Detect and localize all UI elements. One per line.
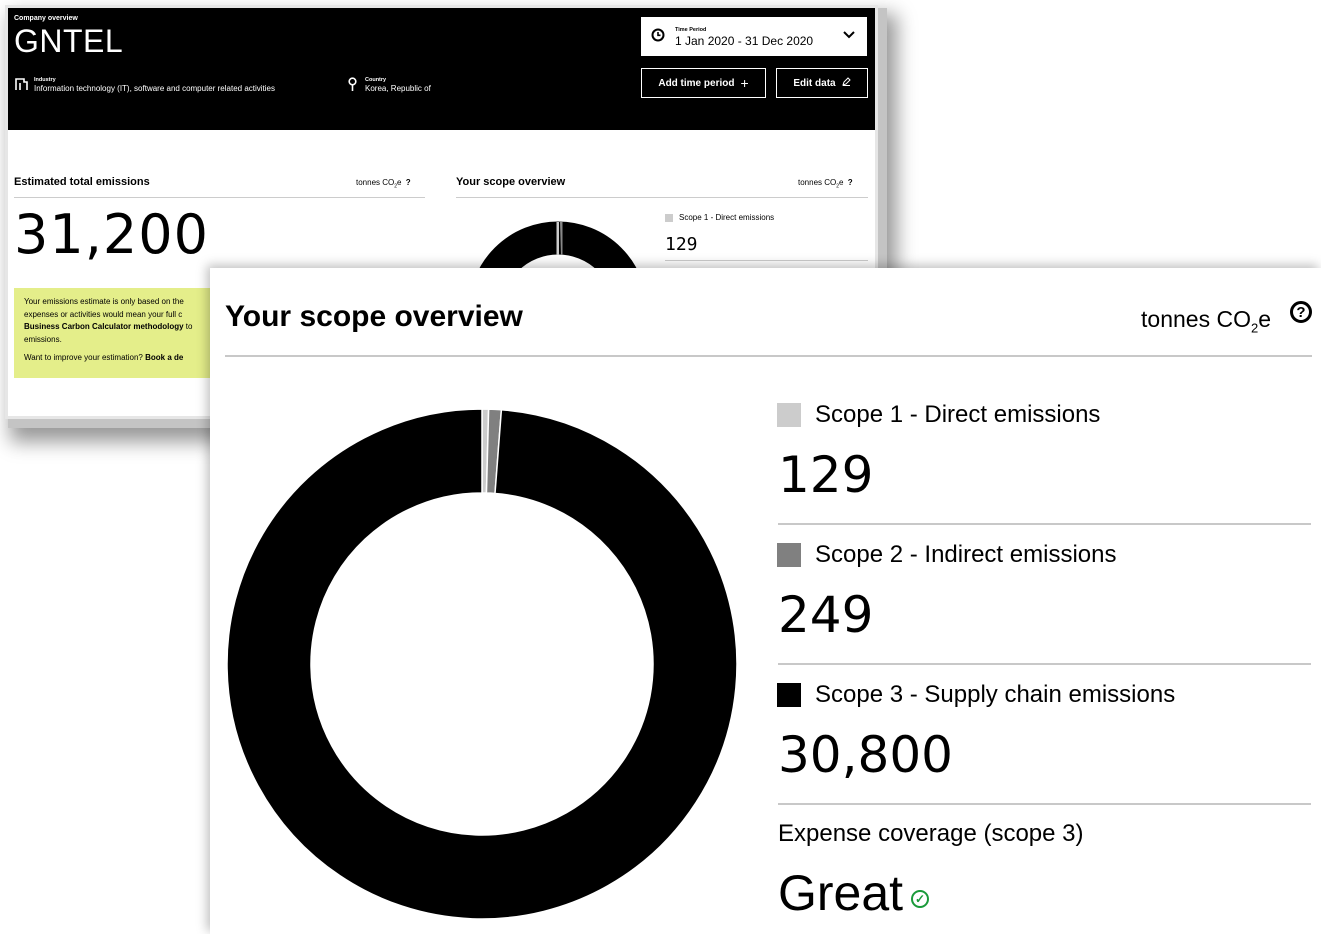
question-circle-icon[interactable]: ? xyxy=(1290,301,1312,323)
scope-overview-title: Your scope overview xyxy=(225,300,523,333)
location-pin-icon xyxy=(345,77,359,91)
scope1-legend: Scope 1 - Direct emissions xyxy=(777,401,1100,429)
country-value: Korea, Republic of xyxy=(365,84,431,93)
eyebrow-label: Company overview xyxy=(14,15,78,22)
legend-swatch xyxy=(777,543,801,567)
legend-swatch xyxy=(665,213,673,222)
country-info: Country Korea, Republic of xyxy=(345,77,431,93)
scope2-label: Scope 2 - Indirect emissions xyxy=(815,541,1117,568)
divider xyxy=(14,197,425,198)
total-emissions-title: Estimated total emissions xyxy=(14,176,150,188)
scope1-value-small: 129 xyxy=(665,234,698,255)
expense-coverage-label: Expense coverage (scope 3) xyxy=(778,820,1084,847)
total-emissions-value: 31,200 xyxy=(14,203,209,266)
divider xyxy=(665,260,868,261)
scope-donut-chart xyxy=(226,408,738,920)
notice-improve: Want to improve your estimation? Book a … xyxy=(24,353,184,362)
legend-swatch xyxy=(777,683,801,707)
scope-overview-unit: tonnes CO2e xyxy=(1141,306,1271,336)
total-emissions-unit: tonnes CO2e ? xyxy=(356,178,411,190)
divider xyxy=(778,663,1311,665)
industry-value: Information technology (IT), software an… xyxy=(34,84,275,93)
divider xyxy=(778,803,1311,805)
expense-coverage-value: Great ✓ xyxy=(778,864,930,922)
donut-slice-scope3 xyxy=(226,408,738,920)
scope-overview-title-small: Your scope overview xyxy=(456,176,566,188)
scope1-legend-small: Scope 1 - Direct emissions xyxy=(665,213,774,222)
legend-swatch xyxy=(777,403,801,427)
scope1-value: 129 xyxy=(778,446,874,504)
scope3-value: 30,800 xyxy=(778,726,953,784)
scope2-value: 249 xyxy=(778,586,874,644)
industry-info: Industry Information technology (IT), so… xyxy=(14,77,275,93)
clock-icon xyxy=(651,26,665,47)
scope2-legend: Scope 2 - Indirect emissions xyxy=(777,541,1116,569)
company-name: GNTEL xyxy=(14,23,124,59)
scope3-label: Scope 3 - Supply chain emissions xyxy=(815,681,1176,708)
chevron-down-icon xyxy=(843,28,855,42)
edit-data-label: Edit data xyxy=(793,77,836,89)
book-demo-link[interactable]: Book a de xyxy=(145,353,183,362)
scope3-legend: Scope 3 - Supply chain emissions xyxy=(777,681,1175,709)
scope1-label: Scope 1 - Direct emissions xyxy=(815,401,1101,428)
scope-overview-card: Your scope overview tonnes CO2e ? Expens… xyxy=(210,268,1321,934)
edit-data-button[interactable]: Edit data xyxy=(776,68,868,98)
notice-text: Your emissions estimate is only based on… xyxy=(24,297,193,344)
help-icon[interactable]: ? xyxy=(406,178,411,187)
company-header: Company overview GNTEL Industry Informat… xyxy=(8,8,875,130)
time-period-value: 1 Jan 2020 - 31 Dec 2020 xyxy=(675,34,814,48)
plus-icon: + xyxy=(740,75,749,91)
add-time-period-label: Add time period xyxy=(658,77,735,89)
building-icon xyxy=(14,77,28,91)
divider xyxy=(456,197,868,198)
scope-overview-unit-small: tonnes CO2e ? xyxy=(798,178,853,190)
header-divider xyxy=(225,355,1312,357)
estimate-notice: Your emissions estimate is only based on… xyxy=(14,288,224,378)
pencil-icon xyxy=(841,77,851,89)
divider xyxy=(778,523,1311,525)
time-period-label: Time Period xyxy=(675,27,707,33)
help-icon[interactable]: ? xyxy=(848,178,853,187)
time-period-select[interactable]: Time Period 1 Jan 2020 - 31 Dec 2020 xyxy=(641,17,867,56)
add-time-period-button[interactable]: Add time period + xyxy=(641,68,766,98)
check-circle-icon: ✓ xyxy=(911,890,930,908)
industry-label: Industry xyxy=(34,77,56,83)
country-label: Country xyxy=(365,77,387,83)
